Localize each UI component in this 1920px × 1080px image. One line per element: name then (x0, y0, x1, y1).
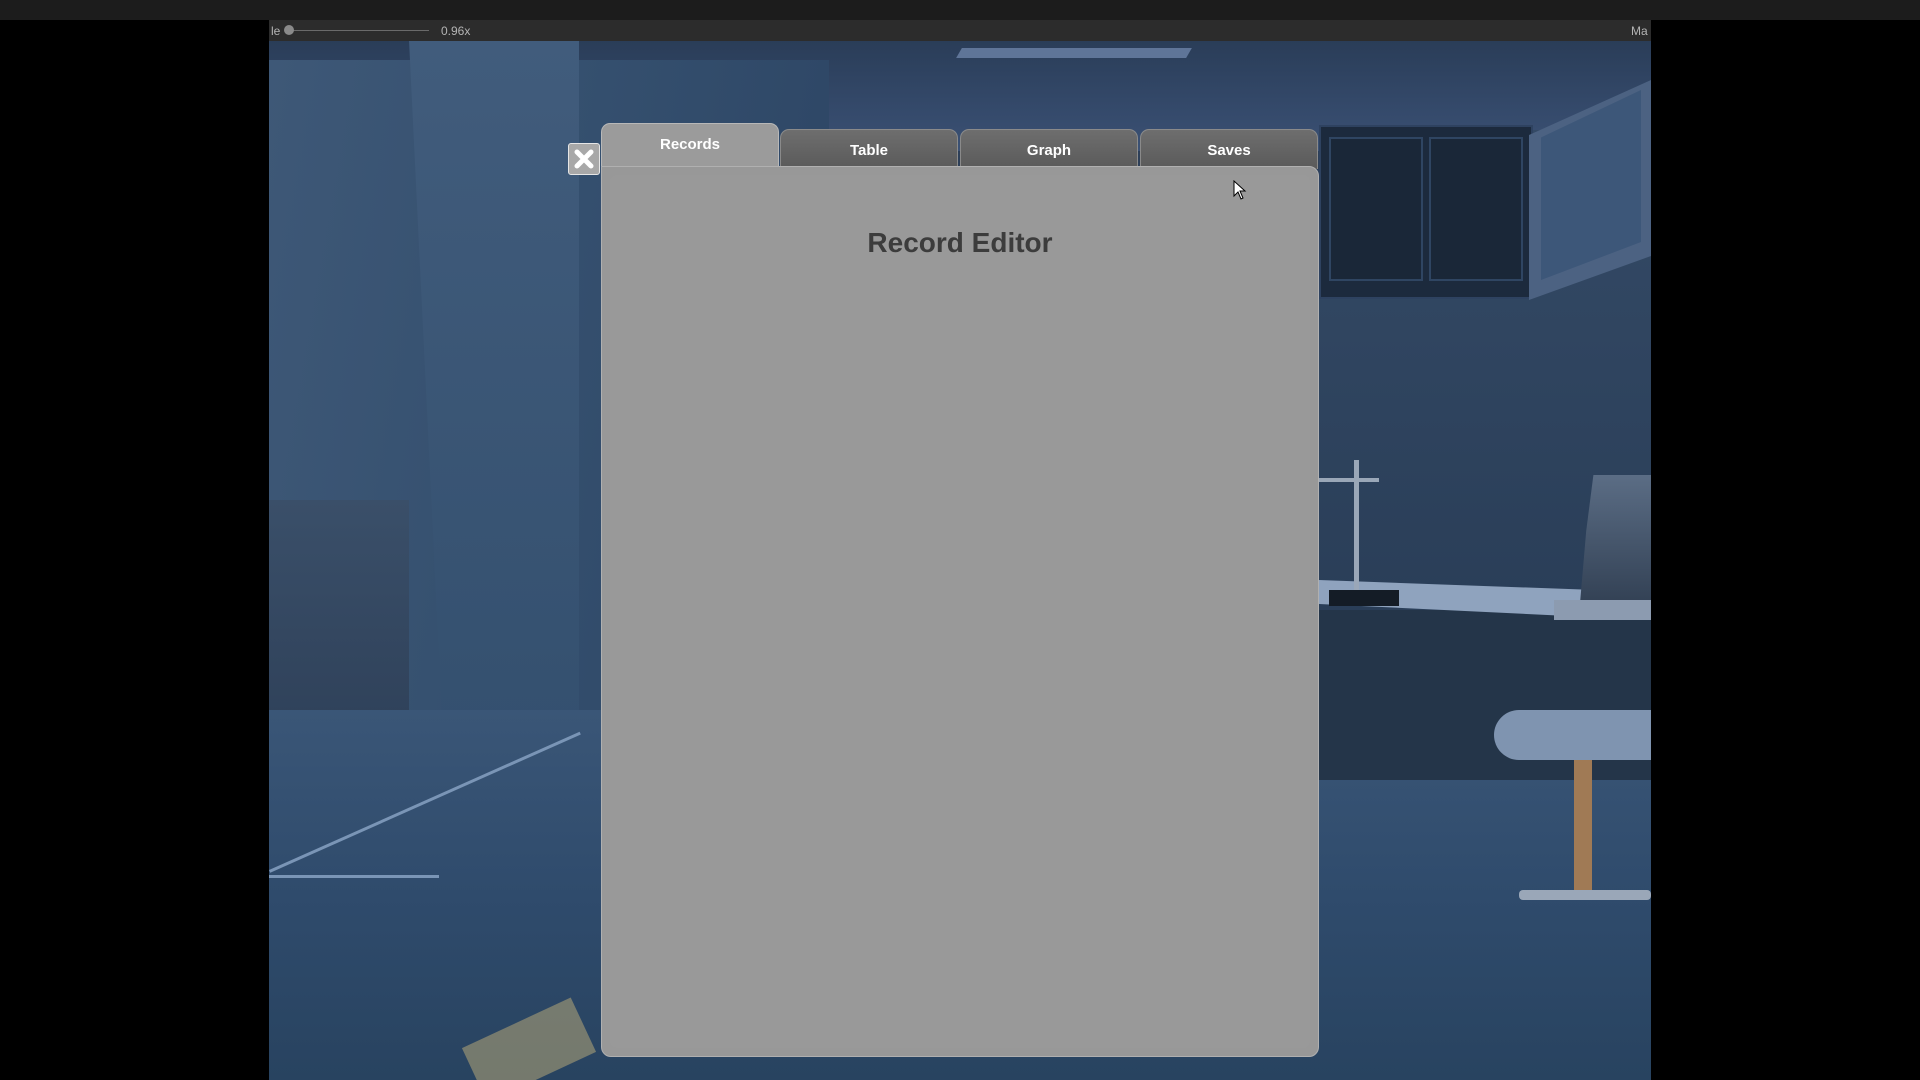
scale-slider-thumb[interactable] (284, 25, 294, 35)
lab-stool-base (1519, 890, 1651, 900)
toolbar-right-label: Ma (1631, 24, 1648, 38)
cabinet-door (1329, 137, 1423, 281)
tab-records[interactable]: Records (601, 123, 779, 169)
mouse-cursor-icon (1233, 179, 1247, 200)
simulation-viewport[interactable]: le 0.96x Ma Records Table Graph Saves Re… (269, 20, 1651, 1080)
cabinet-door (1429, 137, 1523, 281)
window-top-strip (0, 0, 1920, 20)
panel-title: Record Editor (867, 227, 1053, 258)
toolbar-left-label: le (271, 24, 281, 38)
floor-marking (269, 875, 439, 878)
scale-slider-track[interactable] (289, 30, 429, 31)
close-icon (573, 148, 595, 170)
ceiling-light (956, 48, 1192, 58)
tab-saves[interactable]: Saves (1140, 129, 1318, 169)
tab-graph[interactable]: Graph (960, 129, 1138, 169)
ring-stand-clamp (1319, 478, 1379, 482)
ring-stand-base (1329, 590, 1399, 606)
microscope-base (1554, 600, 1651, 620)
scale-value: 0.96x (441, 24, 471, 38)
record-editor-content: Record Editor (610, 175, 1310, 1048)
tab-table[interactable]: Table (780, 129, 958, 169)
close-button[interactable] (568, 143, 600, 175)
record-editor-panel: Record Editor (601, 166, 1319, 1057)
wall-cabinet (1319, 125, 1533, 299)
lab-stool-leg (1574, 760, 1592, 900)
top-toolbar: le 0.96x Ma (269, 20, 1651, 41)
lab-stool-seat (1494, 710, 1651, 760)
